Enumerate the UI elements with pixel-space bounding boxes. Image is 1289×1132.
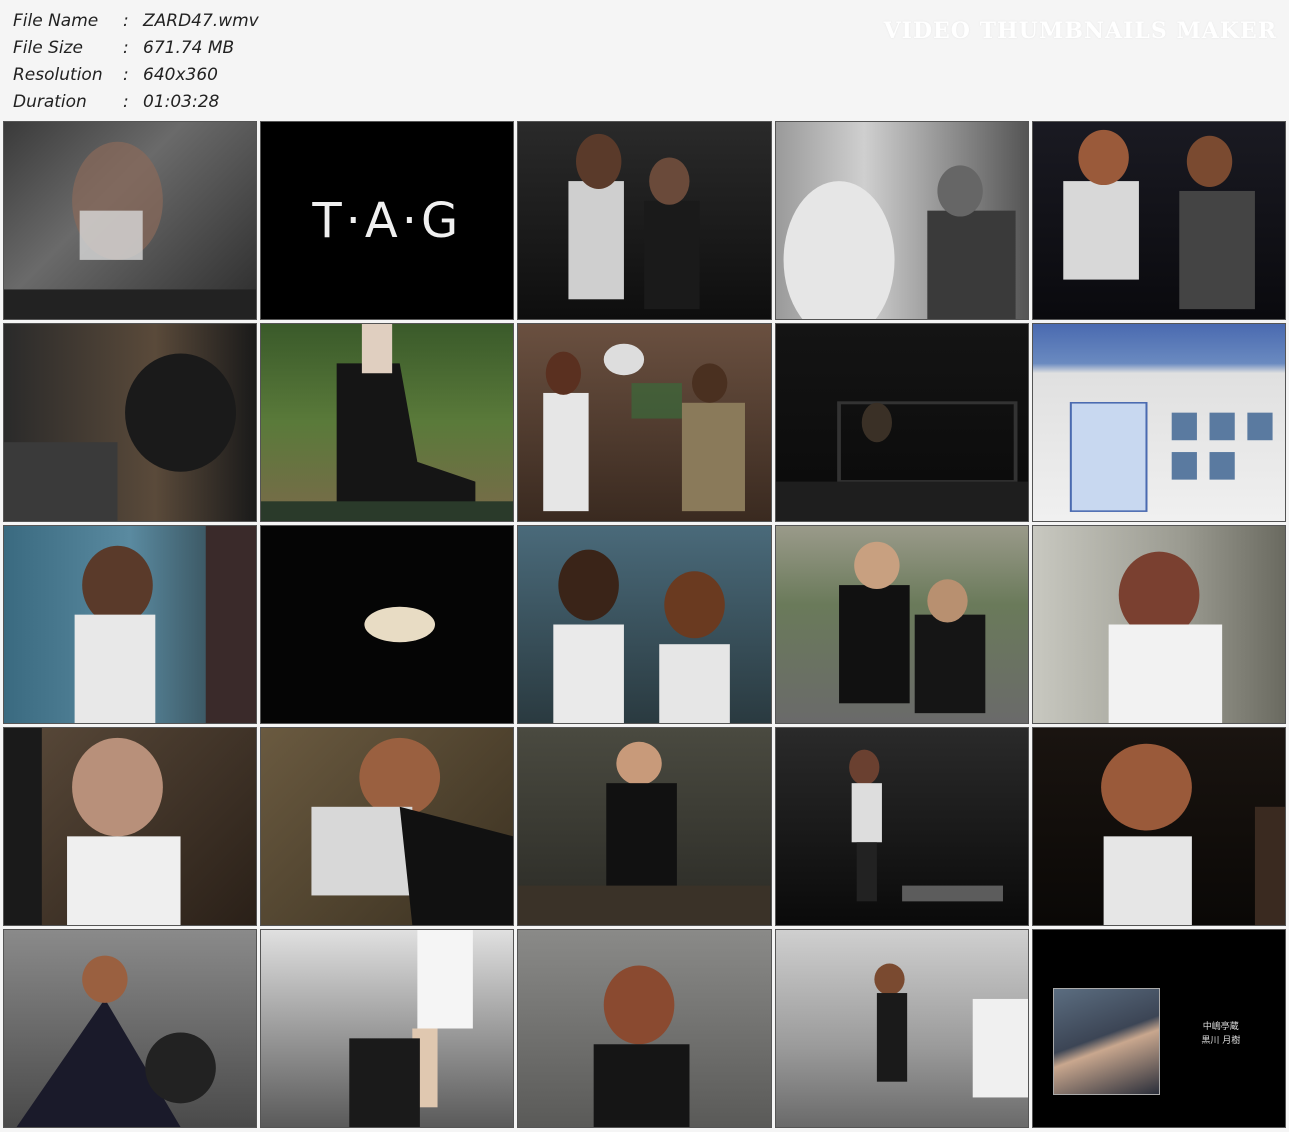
thumbnail-frame[interactable] xyxy=(3,727,258,926)
colon: : xyxy=(123,10,129,31)
thumbnail-frame[interactable] xyxy=(517,121,772,320)
thumbnail-frame[interactable] xyxy=(1031,525,1286,724)
thumbnail-frame[interactable] xyxy=(260,525,515,724)
credit-line-1: 中嶋亭蔵 xyxy=(1202,1022,1239,1032)
file-size-row: File Size : 671.74 MB xyxy=(13,34,259,61)
thumbnail-frame[interactable] xyxy=(260,323,515,522)
file-info-panel: File Name : ZARD47.wmv File Size : 671.7… xyxy=(13,7,259,115)
thumbnail-frame[interactable] xyxy=(774,525,1029,724)
file-size-label: File Size xyxy=(13,37,83,58)
thumbnail-frame[interactable] xyxy=(1031,323,1286,522)
resolution-row: Resolution : 640x360 xyxy=(13,61,259,88)
duration-label: Duration xyxy=(13,91,87,112)
colon: : xyxy=(123,91,129,112)
file-name-value: ZARD47.wmv xyxy=(143,10,259,31)
thumbnail-grid: T·A·G 中嶋亭蔵 黒川 月樹 xyxy=(3,121,1286,1128)
file-size-value: 671.74 MB xyxy=(143,37,235,58)
thumbnail-frame[interactable] xyxy=(517,929,772,1128)
end-credit: 中嶋亭蔵 黒川 月樹 xyxy=(1191,1020,1251,1048)
thumbnail-frame[interactable] xyxy=(3,323,258,522)
thumbnail-frame[interactable] xyxy=(260,727,515,926)
thumbnail-frame[interactable] xyxy=(517,323,772,522)
thumbnail-frame[interactable] xyxy=(774,323,1029,522)
title-logo-text: T·A·G xyxy=(312,192,463,249)
duration-row: Duration : 01:03:28 xyxy=(13,88,259,115)
thumbnail-frame[interactable] xyxy=(3,929,258,1128)
thumbnail-frame[interactable] xyxy=(774,727,1029,926)
colon: : xyxy=(123,37,129,58)
thumbnail-frame[interactable] xyxy=(1031,121,1286,320)
thumbnail-frame[interactable] xyxy=(1031,727,1286,926)
thumbnail-frame[interactable] xyxy=(517,727,772,926)
resolution-value: 640x360 xyxy=(143,64,218,85)
watermark-text: VIDEO THUMBNAILS MAKER xyxy=(883,18,1277,44)
thumbnail-frame[interactable]: 中嶋亭蔵 黒川 月樹 xyxy=(1031,929,1286,1128)
thumbnail-frame[interactable] xyxy=(260,929,515,1128)
thumbnail-frame[interactable] xyxy=(3,121,258,320)
colon: : xyxy=(123,64,129,85)
file-name-label: File Name xyxy=(13,10,99,31)
file-name-row: File Name : ZARD47.wmv xyxy=(13,7,259,34)
thumbnail-frame[interactable] xyxy=(3,525,258,724)
thumbnail-frame[interactable] xyxy=(774,929,1029,1128)
thumbnail-frame[interactable] xyxy=(517,525,772,724)
resolution-label: Resolution xyxy=(13,64,103,85)
credit-portrait-image xyxy=(1052,988,1160,1095)
thumbnail-frame[interactable]: T·A·G xyxy=(260,121,515,320)
thumbnail-frame[interactable] xyxy=(774,121,1029,320)
duration-value: 01:03:28 xyxy=(143,91,220,112)
credit-line-2: 黒川 月樹 xyxy=(1201,1036,1241,1046)
